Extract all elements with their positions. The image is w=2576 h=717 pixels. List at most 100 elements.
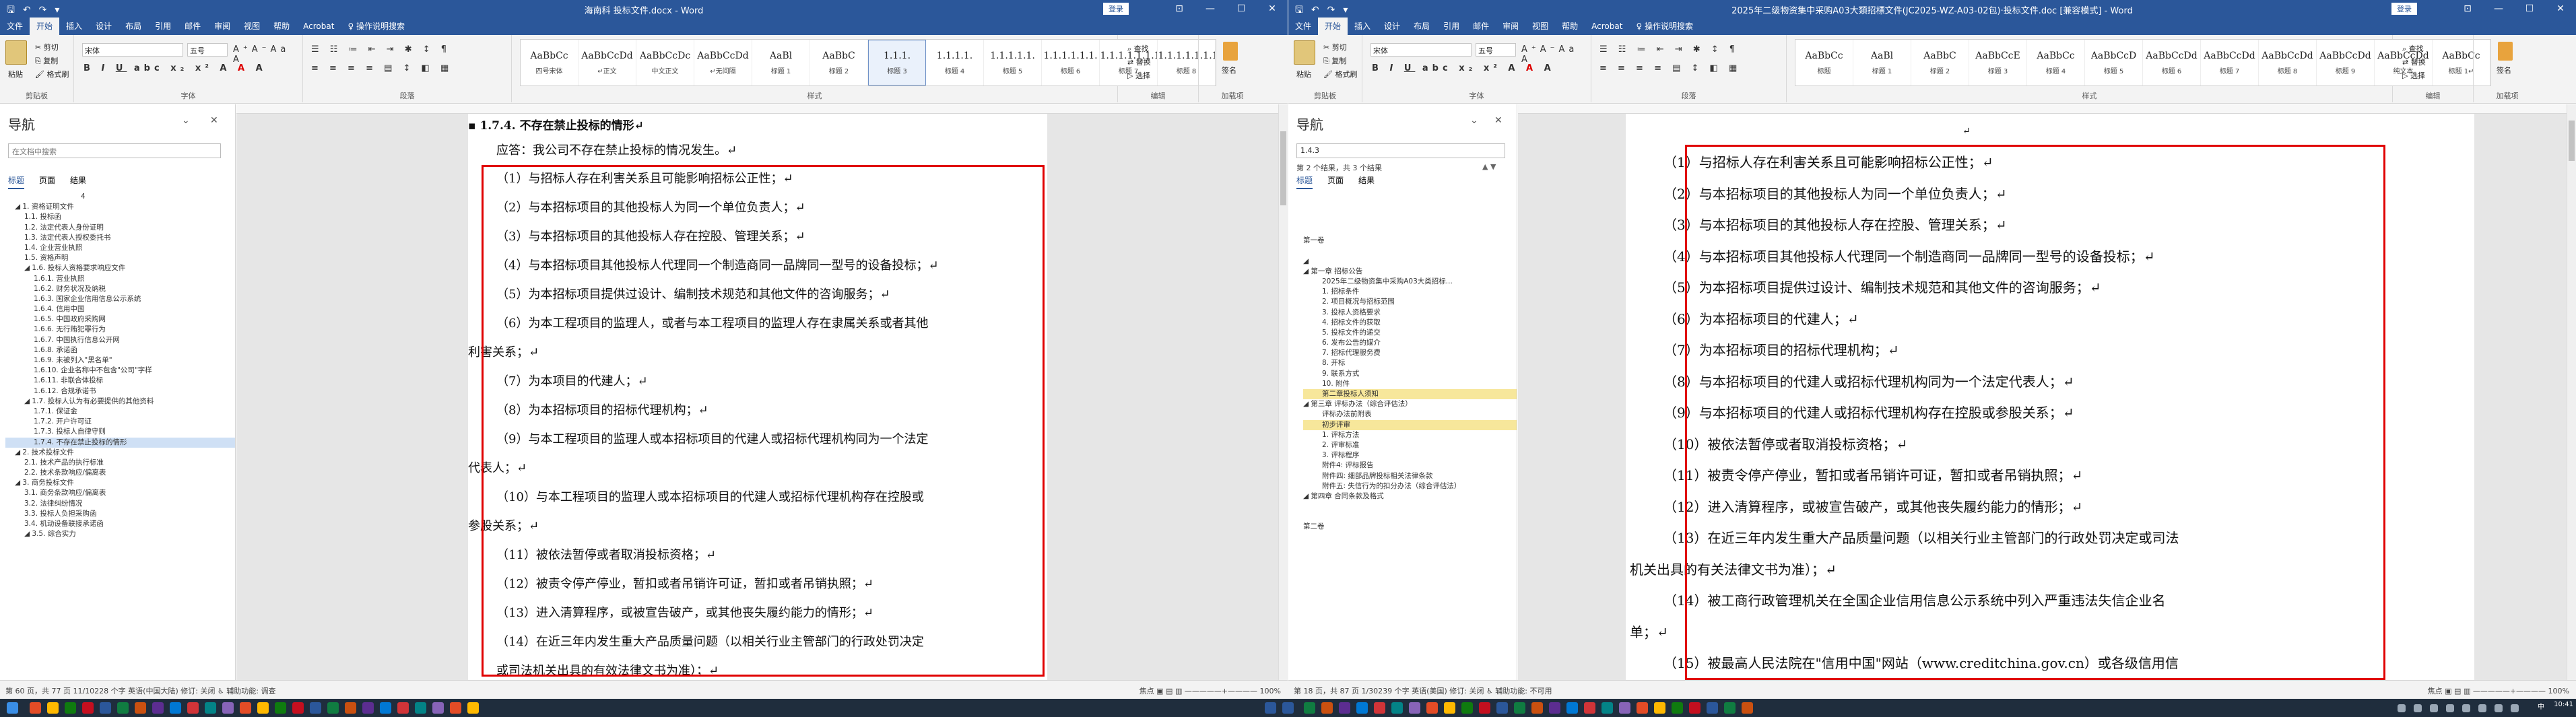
taskbar-app-icon[interactable] [1374,702,1385,714]
nav-tab[interactable]: 标题 [1296,174,1313,189]
style-item[interactable]: AaBl 标题 1 [1853,40,1911,86]
nav-heading-item[interactable]: 1.6.5. 中国政府采购网 [5,314,235,325]
nav-heading-item[interactable]: 4 [5,192,235,202]
find-button[interactable]: ⌕ 查找 [2402,43,2424,54]
style-item[interactable]: AaBbCcDd ↵正文 [579,40,636,86]
taskbar-app-icon[interactable] [310,702,321,714]
ribbon-options-icon[interactable]: ⊡ [1164,0,1195,18]
nav-tab[interactable]: 结果 [70,174,86,189]
nav-heading-item[interactable]: 3.1. 商务条款响应/偏离表 [5,488,235,498]
nav-heading-item[interactable]: 1.3. 法定代表人授权委托书 [5,233,235,243]
status-right[interactable]: 焦点 ▣ ▤ ▥ —————+———— 100% [2428,685,2569,696]
style-item[interactable]: 1.1.1.1.1.1. 标题 6 [1042,40,1100,86]
nav-heading-item[interactable]: 1.6.10. 企业名称中不包含"公司"字样 [5,366,235,376]
taskbar-app-icon[interactable] [187,702,199,714]
tray-icon[interactable] [2511,704,2519,712]
nav-heading-item[interactable] [1303,246,1517,256]
taskbar-app-icon[interactable] [205,702,216,714]
taskbar-app-icon[interactable] [1707,702,1718,714]
ribbon-tab[interactable]: 插入 [1348,18,1377,35]
align-buttons[interactable]: ≡ ≡ ≡ ≡ ▤ ↕ ◧ ▦ [311,63,453,73]
sign-button[interactable]: 签名 [1222,65,1236,75]
sign-icon[interactable] [2498,42,2513,61]
nav-heading-item[interactable]: 1.4. 企业营业执照 [5,243,235,253]
result-nav-arrows[interactable]: ▲ ▼ [1482,162,1496,171]
nav-options-icon[interactable]: ⌄ [1470,115,1478,126]
style-item[interactable]: AaBbCcDd ↵无间隔 [694,40,752,86]
close-icon[interactable]: ✕ [1257,0,1288,18]
font-name-box[interactable]: 宋体 [1370,43,1472,57]
nav-search-input[interactable]: 在文档中搜索 [8,143,221,158]
maximize-icon[interactable]: ☐ [1226,0,1257,18]
status-right[interactable]: 焦点 ▣ ▤ ▥ —————+———— 100% [1140,685,1281,696]
close-icon[interactable]: ✕ [2545,0,2576,18]
ribbon-tab[interactable]: 视图 [237,18,267,35]
nav-heading-item[interactable]: 8. 开标 [1303,358,1517,368]
nav-heading-item[interactable]: 6. 发布公告的媒介 [1303,338,1517,348]
tray-icon[interactable] [2430,704,2438,712]
taskbar-app-icon[interactable] [65,702,76,714]
signin-button[interactable]: 登录 [1103,3,1129,15]
taskbar-app-icon[interactable] [1584,702,1595,714]
taskbar-app-icon[interactable] [1672,702,1683,714]
paste-icon[interactable] [5,40,27,65]
font-format-buttons[interactable]: B I U abc x₂ x² A A A [84,63,267,73]
taskbar-app-icon[interactable] [1339,702,1350,714]
signin-button[interactable]: 登录 [2391,3,2417,15]
nav-heading-item[interactable]: 4. 招标文件的获取 [1303,318,1517,328]
nav-heading-item[interactable]: 第一卷 [1303,236,1517,246]
taskbar-app-icon[interactable] [100,702,111,714]
ribbon-tab[interactable]: 帮助 [267,18,296,35]
nav-heading-item[interactable]: 第二卷 [1303,522,1517,532]
taskbar-app-icon[interactable] [1409,702,1420,714]
replace-button[interactable]: ⇄ 替换 [2402,57,2426,67]
taskbar-app-icon[interactable] [397,702,409,714]
taskbar-app-icon[interactable] [152,702,164,714]
nav-heading-item[interactable]: 1.6.3. 国家企业信用信息公示系统 [5,294,235,304]
nav-heading-item[interactable]: 1.6.8. 承诺函 [5,345,235,355]
nav-heading-item[interactable]: 1.6.11. 非联合体投标 [5,376,235,386]
taskbar-app-icon[interactable] [1356,702,1368,714]
nav-heading-item[interactable]: 10. 附件 [1303,379,1517,389]
ribbon-tab[interactable]: 设计 [89,18,119,35]
taskbar-app-icon[interactable] [1549,702,1560,714]
nav-heading-item[interactable]: 3. 投标人资格要求 [1303,308,1517,318]
ribbon-tab[interactable]: 审阅 [1496,18,1525,35]
style-item[interactable]: AaBbCcDd 标题 8 [2259,40,2317,86]
ribbon-tab[interactable]: 文件 [1288,18,1318,35]
style-item[interactable]: AaBbCcE 标题 3 [1969,40,2027,86]
taskbar-app-icon[interactable] [30,702,41,714]
nav-heading-item[interactable]: 5. 投标文件的递交 [1303,328,1517,338]
font-size-box[interactable]: 五号 [1476,43,1516,57]
ribbon-tab[interactable]: Acrobat [296,18,341,35]
taskbar-app-icon[interactable] [222,702,234,714]
ribbon-tab[interactable]: ♀ 操作说明搜索 [341,18,411,35]
nav-tab[interactable]: 标题 [8,174,25,189]
format-painter-button[interactable]: 🖌 格式刷 [35,69,69,79]
nav-heading-item[interactable]: ◢ 2. 技术投标文件 [5,448,235,458]
ribbon-options-icon[interactable]: ⊡ [2452,0,2483,18]
style-item[interactable]: AaBbC 标题 2 [810,40,868,86]
nav-heading-item[interactable]: 3.4. 机动设备联接承诺函 [5,519,235,529]
vertical-scrollbar[interactable] [1278,104,1288,680]
taskbar-app-icon[interactable] [240,702,251,714]
nav-heading-item[interactable]: 1.6.9. 未被列入"黑名单" [5,355,235,366]
nav-heading-item[interactable]: 1.6.6. 无行贿犯罪行为 [5,325,235,335]
nav-heading-item[interactable]: 7. 招标代理服务费 [1303,348,1517,358]
font-format-buttons[interactable]: B I U abc x₂ x² A A A [1372,63,1555,73]
style-item[interactable]: AaBbC 标题 2 [1911,40,1969,86]
font-size-buttons[interactable]: A⁺A⁻Aa A [1521,44,1591,65]
font-size-buttons[interactable]: A⁺A⁻Aa A [233,44,302,65]
ribbon-tab[interactable]: 邮件 [178,18,207,35]
ribbon-tab[interactable]: 布局 [1407,18,1436,35]
style-item[interactable]: AaBbCcDd 标题 7 [2201,40,2259,86]
style-item[interactable]: 1.1.1.1. 标题 4 [926,40,984,86]
nav-heading-item[interactable]: 2. 评审标准 [1303,440,1517,450]
taskbar-app-icon[interactable] [450,702,461,714]
align-buttons[interactable]: ≡ ≡ ≡ ≡ ▤ ↕ ◧ ▦ [1599,63,1741,73]
nav-heading-item[interactable]: 1.7.1. 保证金 [5,407,235,417]
nav-tab[interactable]: 页面 [1327,174,1344,189]
ribbon-tab[interactable]: 开始 [1318,18,1348,35]
word-taskbar-icon[interactable] [1265,702,1276,714]
nav-heading-item[interactable]: ◢ 3. 商务投标文件 [5,478,235,488]
